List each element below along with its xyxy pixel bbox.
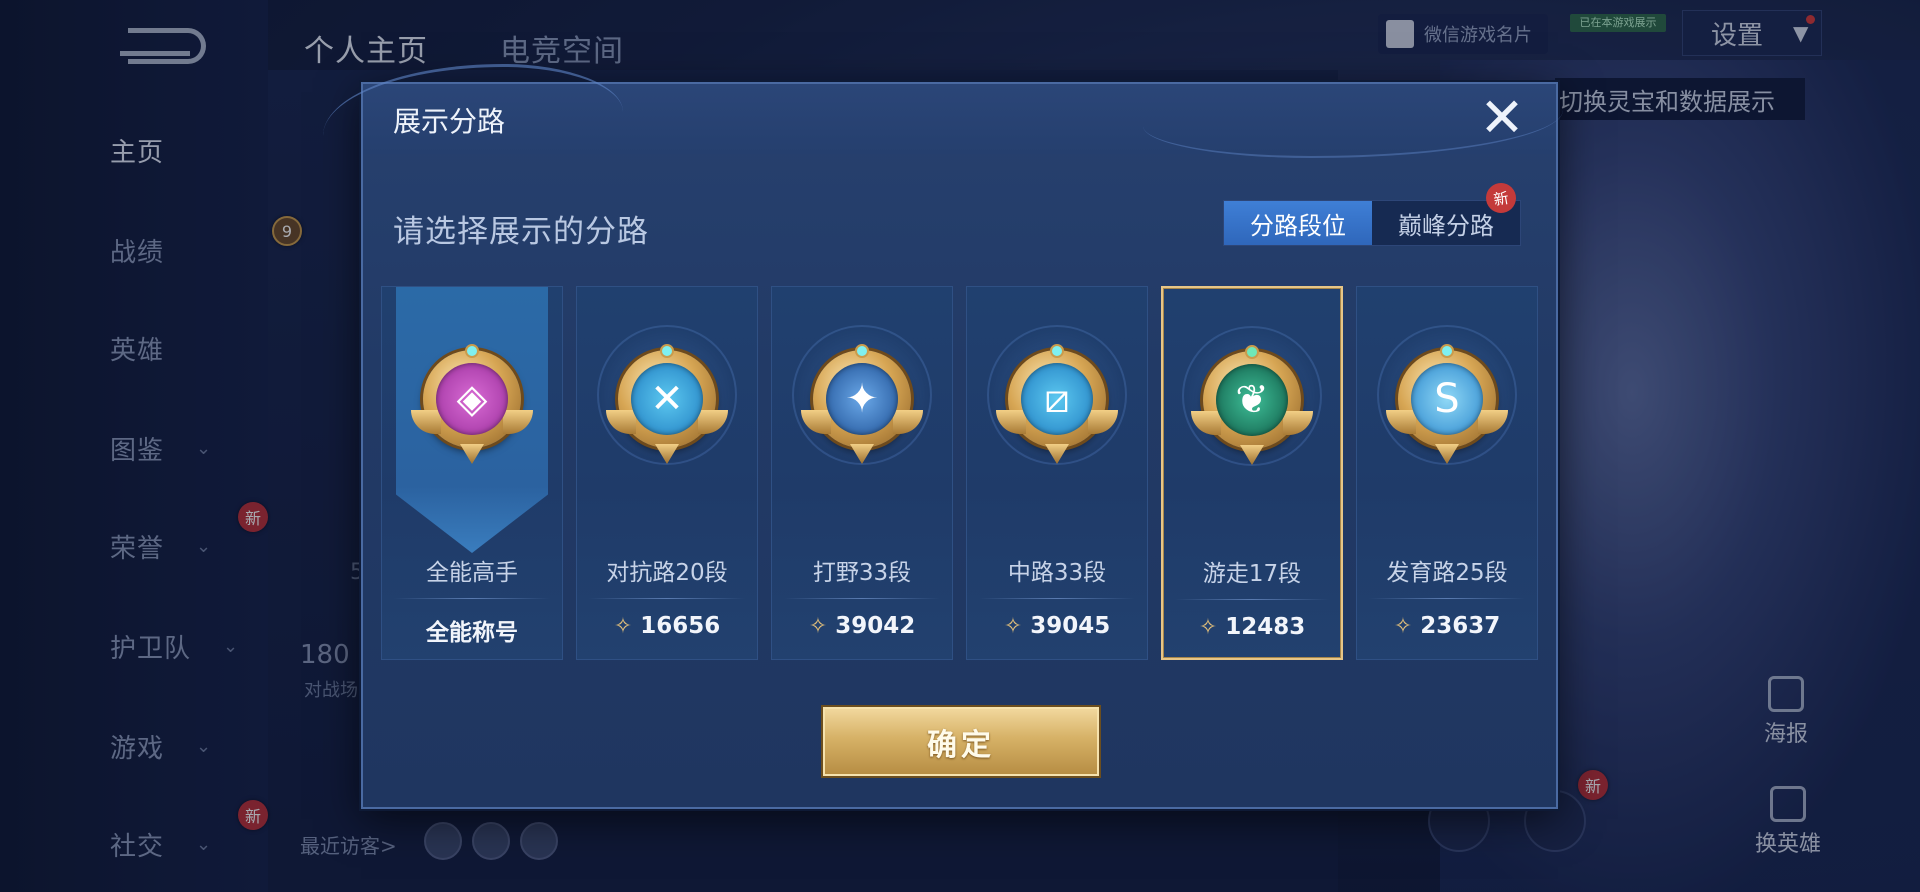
confirm-button[interactable]: 确定 (823, 707, 1099, 776)
lane-card-clash[interactable]: ✕ 对抗路20段 ✧ 16656 (576, 286, 758, 660)
close-icon[interactable]: ✕ (1478, 91, 1526, 145)
roam-medal-icon: ❦ (1191, 345, 1313, 465)
divider (979, 598, 1135, 599)
lane-name: 发育路25段 (1386, 560, 1508, 586)
lane-card-mid[interactable]: ⧄ 中路33段 ✧ 39045 (966, 286, 1148, 660)
lane-score: ✧ 39045 (1003, 613, 1111, 639)
divider (1175, 599, 1329, 600)
lane-score: 全能称号 (426, 620, 518, 646)
lane-score: ✧ 12483 (1198, 614, 1306, 640)
dialog-subtitle: 请选择展示的分路 (393, 214, 649, 250)
score-icon: ✧ (808, 613, 828, 639)
score-icon: ✧ (613, 613, 633, 639)
lane-name: 游走17段 (1202, 561, 1302, 587)
lane-name: 对抗路20段 (606, 560, 728, 586)
tab-peak-lane[interactable]: 巅峰分路 新 (1372, 180, 1520, 245)
divider (589, 598, 745, 599)
clash-lane-medal-icon: ✕ (606, 344, 728, 464)
score-icon: ✧ (1393, 613, 1413, 639)
farm-lane-medal-icon: S (1386, 344, 1508, 464)
lane-display-dialog: 展示分路 ✕ 请选择展示的分路 分路段位 巅峰分路 新 ◈ 全能高手 全能称号 (323, 64, 1563, 809)
lane-card-all-round[interactable]: ◈ 全能高手 全能称号 (381, 286, 563, 660)
lane-score: ✧ 39042 (808, 613, 916, 639)
tab-lane-rank[interactable]: 分路段位 (1224, 201, 1372, 245)
lane-card-roam[interactable]: ❦ 游走17段 ✧ 12483 (1161, 286, 1343, 660)
lane-card-farm[interactable]: S 发育路25段 ✧ 23637 (1356, 286, 1538, 660)
divider (394, 598, 550, 599)
divider (784, 598, 940, 599)
lane-score: ✧ 23637 (1393, 613, 1501, 639)
tab-label: 巅峰分路 (1398, 211, 1494, 240)
lane-name: 全能高手 (426, 560, 518, 586)
lane-score: ✧ 16656 (613, 613, 721, 639)
mid-lane-medal-icon: ⧄ (996, 344, 1118, 464)
jungle-medal-icon: ✦ (801, 344, 923, 464)
lane-name: 中路33段 (1007, 560, 1107, 586)
lane-card-list: ◈ 全能高手 全能称号 ✕ 对抗路20段 ✧ 16656 ✦ 打野33段 ✧ 3… (381, 286, 1541, 662)
score-icon: ✧ (1198, 614, 1218, 640)
dialog-title: 展示分路 (393, 105, 506, 138)
score-icon: ✧ (1003, 613, 1023, 639)
lane-card-jungle[interactable]: ✦ 打野33段 ✧ 39042 (771, 286, 953, 660)
display-mode-toggle: 分路段位 巅峰分路 新 (1223, 180, 1521, 246)
all-round-medal-icon: ◈ (411, 344, 533, 464)
divider (1369, 598, 1525, 599)
lane-name: 打野33段 (812, 560, 912, 586)
tab-label: 分路段位 (1250, 211, 1346, 240)
